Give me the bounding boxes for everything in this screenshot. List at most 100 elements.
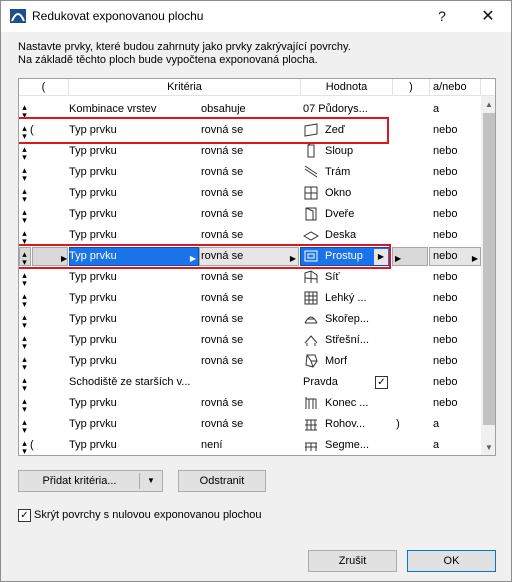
close-paren[interactable]	[391, 330, 405, 351]
close-paren[interactable]	[391, 183, 405, 204]
table-row[interactable]: ▴ ▾ Typ prvku rovná se Deska nebo	[19, 225, 481, 246]
open-paren[interactable]: (	[30, 120, 43, 141]
operator[interactable]: rovná se	[201, 141, 297, 162]
close-paren[interactable]	[391, 225, 405, 246]
and-or[interactable]: nebo	[433, 141, 479, 162]
table-row[interactable]: ▴ ▾ Typ prvku rovná se Síť nebo	[19, 267, 481, 288]
criterion[interactable]: Typ prvku	[69, 393, 197, 414]
open-paren[interactable]	[30, 414, 43, 435]
operator[interactable]: rovná se	[201, 267, 297, 288]
table-row[interactable]: ▶ ▶ ▶ ▶ ▶ ▶ ▴ ▾ Typ prvku rovná se Prostup nebo	[19, 246, 481, 267]
criterion[interactable]: Typ prvku	[69, 162, 197, 183]
close-paren[interactable]	[391, 393, 405, 414]
open-paren[interactable]	[30, 183, 43, 204]
close-paren[interactable]	[391, 309, 405, 330]
operator[interactable]: rovná se	[201, 162, 297, 183]
criterion[interactable]: Typ prvku	[69, 414, 197, 435]
open-paren[interactable]	[30, 141, 43, 162]
operator[interactable]: rovná se	[201, 183, 297, 204]
drag-handle-icon[interactable]: ▴ ▾	[19, 393, 30, 414]
value-checkbox[interactable]: ✓	[375, 376, 388, 389]
and-or[interactable]: a	[433, 99, 479, 120]
table-row[interactable]: ▴ ▾ Typ prvku rovná se Okno nebo	[19, 183, 481, 204]
criterion[interactable]: Kombinace vrstev	[69, 99, 197, 120]
chevron-down-icon[interactable]: ▼	[140, 471, 162, 491]
close-paren[interactable]	[391, 141, 405, 162]
operator[interactable]: rovná se	[201, 120, 297, 141]
drag-handle-icon[interactable]: ▴ ▾	[19, 288, 30, 309]
open-paren[interactable]: (	[30, 435, 43, 455]
criterion[interactable]: Typ prvku	[69, 288, 197, 309]
open-paren[interactable]	[30, 393, 43, 414]
close-paren[interactable]	[391, 246, 405, 267]
drag-handle-icon[interactable]: ▴ ▾	[19, 309, 30, 330]
value[interactable]: Morf	[325, 351, 399, 372]
drag-handle-icon[interactable]: ▴ ▾	[19, 351, 30, 372]
open-paren[interactable]	[30, 351, 43, 372]
drag-handle-icon[interactable]: ▴ ▾	[19, 225, 30, 246]
value[interactable]: Segme...	[325, 435, 399, 455]
drag-handle-icon[interactable]: ▴ ▾	[19, 99, 30, 120]
criterion[interactable]: Typ prvku	[69, 351, 197, 372]
header-open-paren[interactable]: (	[19, 79, 69, 96]
and-or[interactable]: nebo	[433, 309, 479, 330]
close-paren[interactable]	[391, 288, 405, 309]
criterion[interactable]: Typ prvku	[69, 120, 197, 141]
ok-button[interactable]: OK	[407, 550, 496, 572]
operator[interactable]: rovná se	[201, 393, 297, 414]
criterion[interactable]: Typ prvku	[69, 309, 197, 330]
and-or[interactable]: nebo	[433, 393, 479, 414]
chevron-right-icon[interactable]: ▶	[61, 248, 67, 269]
value[interactable]: Rohov...	[325, 414, 399, 435]
help-button[interactable]: ?	[419, 1, 465, 32]
open-paren[interactable]	[30, 330, 43, 351]
close-paren[interactable]	[391, 351, 405, 372]
criterion[interactable]: Typ prvku	[69, 246, 197, 267]
drag-handle-icon[interactable]: ▴ ▾	[19, 141, 30, 162]
table-row[interactable]: ▴ ▾(Typ prvku není Segme... a	[19, 435, 481, 456]
table-row[interactable]: ▴ ▾ Typ prvku rovná se Skořep... nebo	[19, 309, 481, 330]
table-row[interactable]: ▴ ▾ Typ prvku rovná se Lehký ... nebo	[19, 288, 481, 309]
value[interactable]: Lehký ...	[325, 288, 399, 309]
scroll-up-icon[interactable]: ▲	[481, 98, 495, 112]
and-or[interactable]: nebo	[433, 372, 479, 393]
close-paren[interactable]	[391, 372, 405, 393]
cancel-button[interactable]: Zrušit	[308, 550, 397, 572]
criterion[interactable]: Typ prvku	[69, 183, 197, 204]
close-paren[interactable]	[391, 99, 405, 120]
close-paren[interactable]	[391, 435, 405, 455]
open-paren[interactable]	[30, 309, 43, 330]
operator[interactable]	[201, 372, 297, 393]
and-or[interactable]: nebo	[433, 204, 479, 225]
and-or[interactable]: nebo	[433, 246, 479, 267]
scrollbar-thumb[interactable]	[483, 113, 495, 425]
value[interactable]: Dveře	[325, 204, 399, 225]
operator[interactable]: rovná se	[201, 330, 297, 351]
close-button[interactable]: ✕	[465, 1, 511, 32]
value[interactable]: Střešní...	[325, 330, 399, 351]
and-or[interactable]: nebo	[433, 351, 479, 372]
criterion[interactable]: Typ prvku	[69, 435, 197, 455]
criterion[interactable]: Typ prvku	[69, 225, 197, 246]
close-paren[interactable]: )	[391, 414, 405, 435]
value[interactable]: Síť	[325, 267, 399, 288]
table-row[interactable]: ▴ ▾ Typ prvku rovná se Dveře nebo	[19, 204, 481, 225]
value[interactable]: Sloup	[325, 141, 399, 162]
open-paren[interactable]	[30, 288, 43, 309]
value[interactable]: Skořep...	[325, 309, 399, 330]
operator[interactable]: není	[201, 435, 297, 455]
table-row[interactable]: ▴ ▾ Typ prvku rovná se Rohov...) a	[19, 414, 481, 435]
table-row[interactable]: ▴ ▾ Typ prvku rovná se Střešní... nebo	[19, 330, 481, 351]
value[interactable]: Prostup	[325, 246, 399, 267]
table-row[interactable]: ▴ ▾ Typ prvku rovná se Morf nebo	[19, 351, 481, 372]
and-or[interactable]: nebo	[433, 225, 479, 246]
value[interactable]: Konec ...	[325, 393, 399, 414]
open-paren[interactable]	[30, 372, 43, 393]
close-paren[interactable]	[391, 120, 405, 141]
table-row[interactable]: ▴ ▾(Typ prvku rovná se Zeď nebo	[19, 120, 481, 141]
header-close-paren[interactable]: )	[393, 79, 430, 96]
hide-zero-label[interactable]: Skrýt povrchy s nulovou exponovanou ploc…	[34, 509, 261, 521]
drag-handle-icon[interactable]: ▴ ▾	[19, 414, 30, 435]
operator[interactable]: rovná se	[201, 414, 297, 435]
criterion[interactable]: Typ prvku	[69, 330, 197, 351]
